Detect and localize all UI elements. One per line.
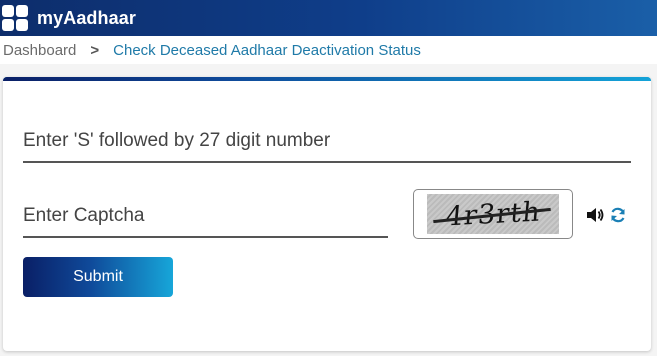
app-header: myAadhaar: [0, 0, 657, 36]
captcha-image-box: 4r3rth: [413, 189, 573, 239]
speaker-icon[interactable]: [585, 205, 605, 225]
grid-icon[interactable]: [2, 5, 28, 31]
captcha-input[interactable]: [23, 196, 388, 238]
breadcrumb: Dashboard > Check Deceased Aadhaar Deact…: [0, 36, 657, 64]
captcha-image: 4r3rth: [427, 194, 559, 234]
breadcrumb-separator-icon: >: [90, 41, 100, 59]
breadcrumb-current-page: Check Deceased Aadhaar Deactivation Stat…: [113, 41, 421, 59]
submit-button[interactable]: Submit: [23, 257, 173, 297]
sid-number-input[interactable]: [23, 121, 631, 163]
app-title[interactable]: myAadhaar: [37, 8, 136, 29]
breadcrumb-dashboard-link[interactable]: Dashboard: [3, 42, 76, 59]
refresh-icon[interactable]: [608, 205, 628, 225]
status-form-card: 4r3rth Submit: [3, 77, 651, 351]
